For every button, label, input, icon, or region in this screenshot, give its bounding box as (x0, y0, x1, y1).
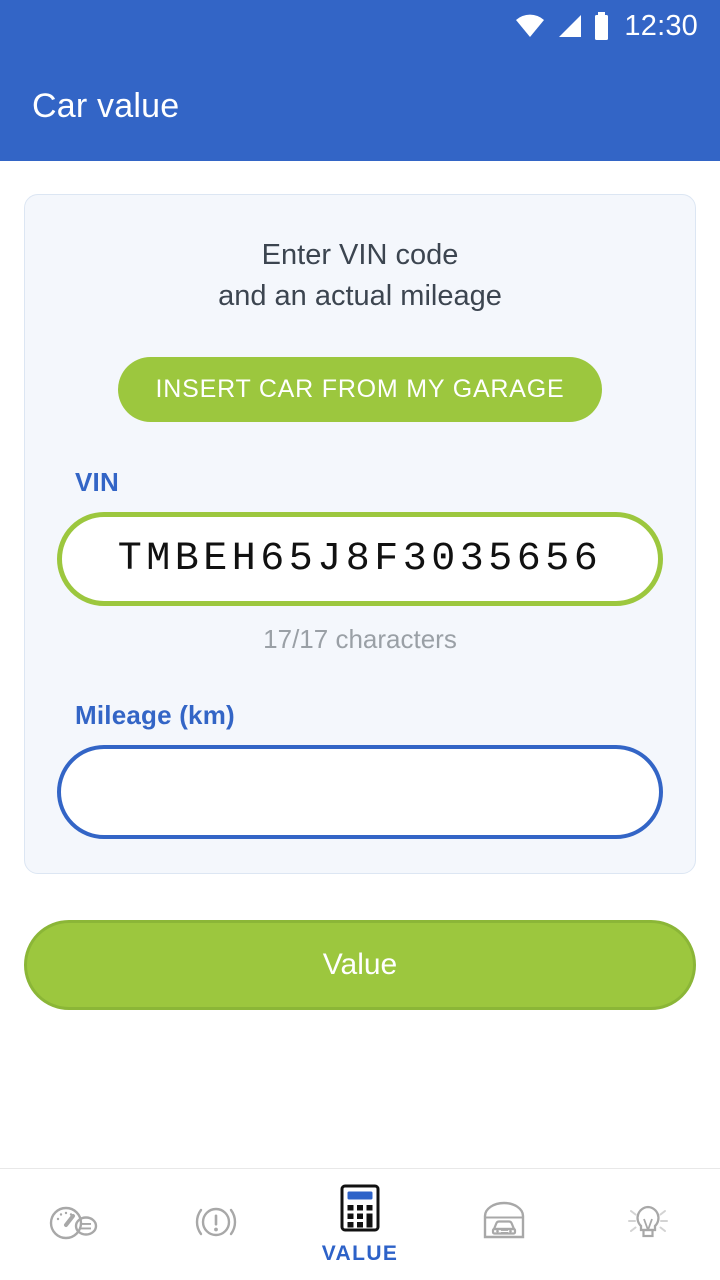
app-bar: Car value (0, 52, 720, 161)
status-bar-clock: 12:30 (624, 9, 698, 42)
card-heading-line-2: and an actual mileage (218, 280, 502, 313)
card-heading: Enter VIN code and an actual mileage (57, 235, 663, 317)
status-bar: 12:30 (0, 0, 720, 52)
garage-car-icon (478, 1200, 530, 1249)
vin-entry-card: Enter VIN code and an actual mileage INS… (24, 194, 696, 875)
main-content: Enter VIN code and an actual mileage INS… (0, 161, 720, 1011)
nav-item-dashboard[interactable] (0, 1169, 144, 1280)
nav-item-value[interactable]: VALUE (288, 1169, 432, 1280)
wifi-icon (515, 13, 545, 39)
value-submit-button[interactable]: Value (24, 920, 696, 1011)
nav-label-value: VALUE (321, 1241, 399, 1265)
vin-label: VIN (75, 467, 119, 498)
garage-button-container: INSERT CAR FROM MY GARAGE (57, 357, 663, 423)
mileage-label: Mileage (km) (75, 700, 235, 731)
mileage-field-block: Mileage (km) (57, 700, 663, 840)
nav-item-tips[interactable] (576, 1169, 720, 1280)
mileage-input[interactable] (57, 745, 663, 840)
battery-icon (593, 12, 610, 40)
cell-signal-icon (555, 13, 583, 39)
vin-field-block: VIN 17/17 characters (57, 467, 663, 655)
nav-item-garage[interactable] (432, 1169, 576, 1280)
card-heading-line-1: Enter VIN code (261, 239, 459, 271)
page-title: Car value (32, 87, 180, 125)
lightbulb-icon (622, 1199, 674, 1250)
insert-car-from-garage-button[interactable]: INSERT CAR FROM MY GARAGE (117, 357, 603, 423)
nav-item-warnings[interactable] (144, 1169, 288, 1280)
speedometer-icon (46, 1202, 98, 1247)
calculator-icon (339, 1184, 381, 1237)
bottom-navigation-bar: VALUE (0, 1168, 720, 1280)
warning-alert-icon (191, 1201, 241, 1248)
vin-character-counter: 17/17 characters (263, 624, 457, 655)
vin-input[interactable] (57, 512, 663, 607)
